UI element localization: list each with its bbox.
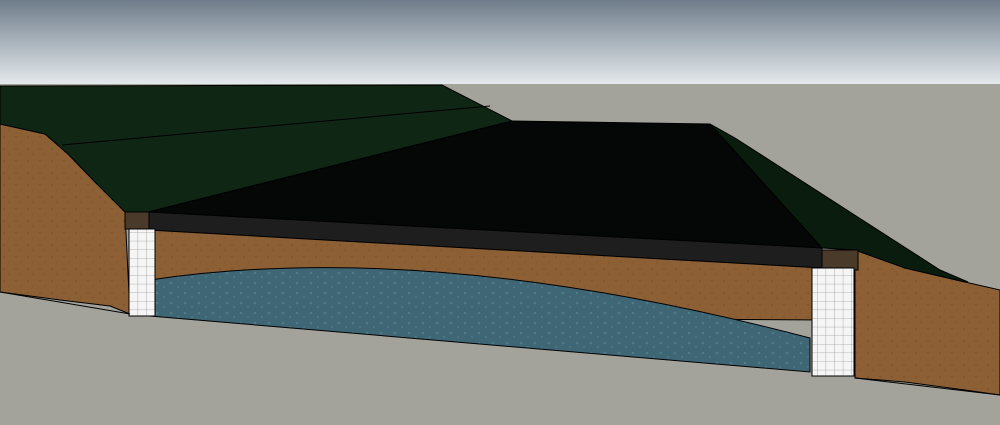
right-abutment-cap xyxy=(821,249,859,271)
left-abutment-pillar xyxy=(128,228,156,317)
right-abutment-pillar xyxy=(811,267,855,377)
culvert-cross-section-scene xyxy=(0,0,1000,425)
left-abutment-cap xyxy=(124,211,150,230)
cross-section-drawing xyxy=(0,0,1000,425)
sky xyxy=(0,0,1000,86)
